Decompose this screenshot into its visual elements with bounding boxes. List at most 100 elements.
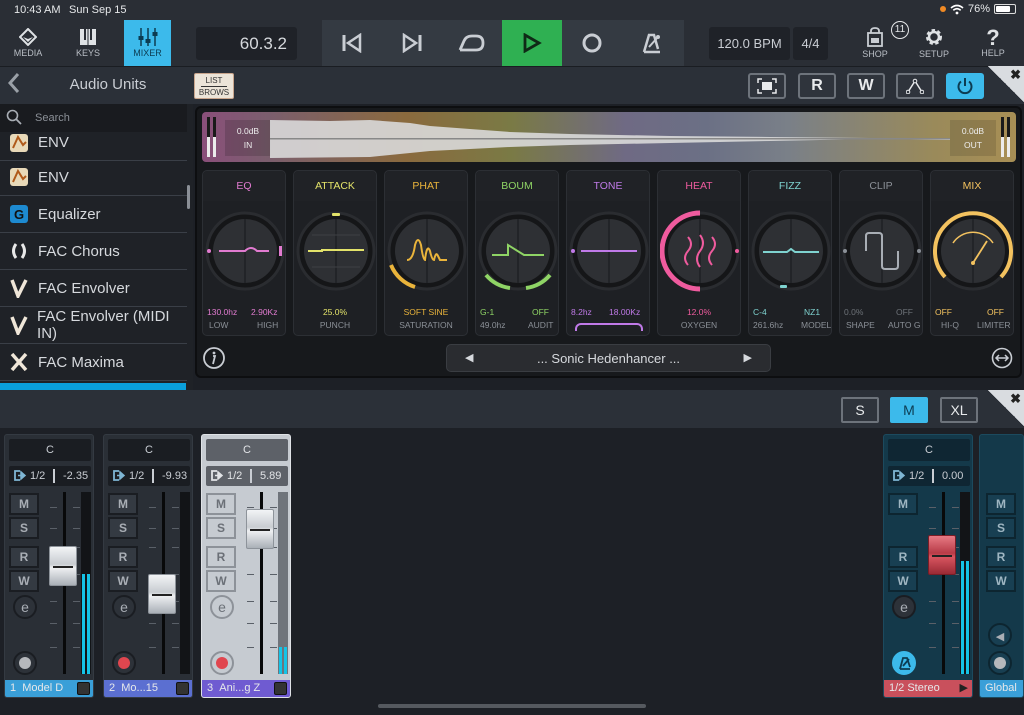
module-title[interactable]: CLIP <box>840 171 922 201</box>
edit-button[interactable]: e <box>112 595 136 619</box>
module-knob[interactable] <box>933 209 1013 293</box>
write-button[interactable]: W <box>888 570 918 592</box>
global-record-button[interactable] <box>988 651 1012 675</box>
solo-button[interactable]: S <box>206 517 236 539</box>
solo-button[interactable]: S <box>108 517 138 539</box>
write-button[interactable]: W <box>206 570 236 592</box>
time-signature-display[interactable]: 4/4 <box>793 27 828 60</box>
list-item[interactable]: FAC Maxima <box>0 344 187 381</box>
write-automation-button[interactable]: W <box>847 73 885 99</box>
output-routing[interactable]: 1/2 5.89 <box>206 466 288 486</box>
global-read-button[interactable]: R <box>986 546 1016 568</box>
output-routing[interactable]: 1/2 -9.93 <box>108 466 190 486</box>
module-knob[interactable] <box>842 209 922 293</box>
metronome-button[interactable] <box>622 20 682 66</box>
read-button[interactable]: R <box>888 546 918 568</box>
volume-fader[interactable] <box>148 574 176 614</box>
tempo-display[interactable]: 120.0 BPM <box>709 27 790 60</box>
module-title[interactable]: EQ <box>203 171 285 201</box>
list-item[interactable]: G Equalizer <box>0 196 187 233</box>
global-solo-button[interactable]: S <box>986 517 1016 539</box>
module-title[interactable]: HEAT <box>658 171 740 201</box>
record-arm-button[interactable] <box>13 651 37 675</box>
record-button[interactable] <box>562 20 622 66</box>
play-button[interactable] <box>502 20 562 66</box>
previous-preset-icon[interactable]: ◀ <box>465 345 473 372</box>
keys-button[interactable]: KEYS <box>66 20 110 66</box>
plugin-power-button[interactable] <box>946 73 984 99</box>
mute-button[interactable]: M <box>888 493 918 515</box>
info-button[interactable] <box>202 346 226 375</box>
metronome-button[interactable] <box>892 651 916 675</box>
read-button[interactable]: R <box>206 546 236 568</box>
module-knob[interactable] <box>387 209 467 293</box>
global-write-button[interactable]: W <box>986 570 1016 592</box>
mixer-button[interactable]: MIXER <box>124 20 171 66</box>
module-knob[interactable] <box>478 209 558 293</box>
module-knob[interactable] <box>751 209 831 293</box>
module-knob[interactable] <box>569 209 649 293</box>
shop-button[interactable]: SHOP <box>856 20 894 66</box>
output-routing[interactable]: 1/2 -2.35 <box>9 466 91 486</box>
module-value[interactable]: NZ1 <box>804 307 820 317</box>
help-button[interactable]: ? HELP <box>976 20 1010 66</box>
read-automation-button[interactable]: R <box>798 73 836 99</box>
module-value[interactable]: OFF <box>935 307 952 317</box>
module-title[interactable]: TONE <box>567 171 649 201</box>
volume-fader[interactable] <box>49 546 77 586</box>
automation-envelope-button[interactable] <box>896 73 934 99</box>
module-title[interactable]: ATTACK <box>294 171 376 201</box>
module-knob[interactable] <box>205 209 285 293</box>
edit-button[interactable]: e <box>13 595 37 619</box>
fullscreen-button[interactable] <box>748 73 786 99</box>
read-button[interactable]: R <box>108 546 138 568</box>
solo-button[interactable]: S <box>9 517 39 539</box>
setup-button[interactable]: SETUP <box>914 20 954 66</box>
list-scrollbar[interactable] <box>187 185 190 209</box>
list-item[interactable]: ENV <box>0 125 187 161</box>
preset-selector[interactable]: ◀ ... Sonic Hedenhancer ... ▶ <box>446 344 771 372</box>
module-value[interactable]: SOFT SINE <box>385 307 467 317</box>
module-value[interactable]: 12.0% <box>658 307 740 317</box>
write-button[interactable]: W <box>9 570 39 592</box>
size-s-button[interactable]: S <box>841 397 879 423</box>
module-value[interactable]: 25.0% <box>294 307 376 317</box>
swap-button[interactable] <box>991 347 1013 374</box>
volume-fader[interactable] <box>246 509 274 549</box>
next-preset-icon[interactable]: ▶ <box>744 345 752 372</box>
media-button[interactable]: MEDIA <box>6 20 50 66</box>
module-title[interactable]: PHAT <box>385 171 467 201</box>
module-value[interactable]: OFF <box>532 307 549 317</box>
module-value[interactable]: 8.2hz <box>571 307 592 317</box>
edit-button[interactable]: e <box>892 595 916 619</box>
module-title[interactable]: BOUM <box>476 171 558 201</box>
module-value[interactable]: 18.00Kz <box>609 307 640 317</box>
close-mixer-button[interactable]: ✖ <box>988 390 1024 426</box>
list-item[interactable]: ENV <box>0 159 187 196</box>
tone-range-slider[interactable] <box>575 323 643 331</box>
pan-control[interactable]: C <box>888 439 970 461</box>
list-browse-toggle[interactable]: LIST BROWS <box>194 73 234 99</box>
module-value[interactable]: 2.90Kz <box>251 307 277 317</box>
loop-button[interactable] <box>442 20 502 66</box>
module-value[interactable]: C-4 <box>753 307 767 317</box>
list-item[interactable]: FAC Envolver (MIDI IN) <box>0 307 187 344</box>
song-position-display[interactable]: 60.3.2 <box>196 27 297 60</box>
module-value[interactable]: G-1 <box>480 307 494 317</box>
module-knob[interactable] <box>659 209 740 293</box>
module-value[interactable]: 130.0hz <box>207 307 237 317</box>
record-arm-button[interactable] <box>210 651 234 675</box>
edit-button[interactable]: e <box>210 595 234 619</box>
read-button[interactable]: R <box>9 546 39 568</box>
record-arm-button[interactable] <box>112 651 136 675</box>
list-item[interactable]: FAC Chorus <box>0 233 187 270</box>
pan-control[interactable]: C <box>9 439 91 461</box>
module-knob[interactable] <box>296 209 376 293</box>
mute-button[interactable]: M <box>206 493 236 515</box>
module-title[interactable]: MIX <box>931 171 1013 201</box>
skip-forward-button[interactable] <box>382 20 442 66</box>
size-xl-button[interactable]: XL <box>940 397 978 423</box>
speaker-button[interactable]: ◀ <box>988 623 1012 647</box>
global-mute-button[interactable]: M <box>986 493 1016 515</box>
pan-control[interactable]: C <box>206 439 288 461</box>
